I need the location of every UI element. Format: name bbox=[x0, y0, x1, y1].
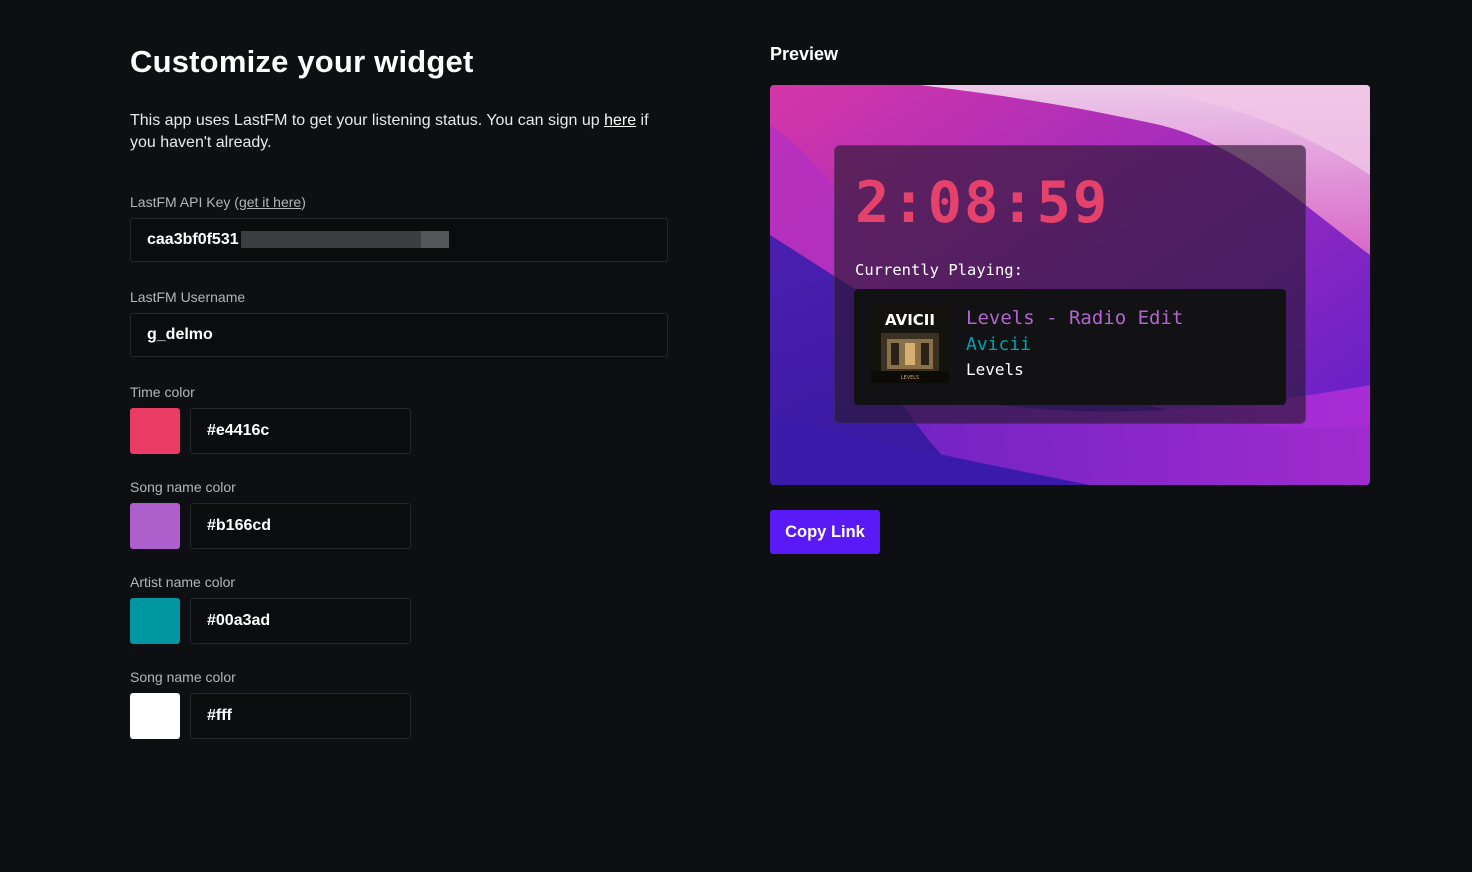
now-playing-card: AVICII LEVELS Levels - Radio Edit Avicii… bbox=[854, 289, 1286, 405]
song-color-swatch-2[interactable] bbox=[130, 693, 180, 739]
signup-link[interactable]: here bbox=[604, 112, 636, 129]
time-color-swatch[interactable] bbox=[130, 408, 180, 454]
api-key-label: LastFM API Key (get it here) bbox=[130, 194, 306, 210]
widget-card: 2:08:59 Currently Playing: AVICII LEVELS bbox=[834, 145, 1306, 424]
intro-text: This app uses LastFM to get your listeni… bbox=[130, 112, 649, 151]
song-color-input-2[interactable]: #fff bbox=[190, 693, 411, 739]
artist-color-swatch[interactable] bbox=[130, 598, 180, 644]
copy-link-button[interactable]: Copy Link bbox=[770, 510, 880, 554]
username-label: LastFM Username bbox=[130, 289, 246, 305]
song-color-label-2: Song name color bbox=[130, 669, 236, 685]
username-field[interactable]: g_delmo bbox=[130, 313, 668, 357]
preview-title: Preview bbox=[770, 44, 839, 64]
artist-color-label: Artist name color bbox=[130, 574, 236, 590]
song-color-swatch[interactable] bbox=[130, 503, 180, 549]
album-name: Levels bbox=[966, 360, 1024, 379]
api-key-field[interactable]: caa3bf0f531 bbox=[130, 218, 668, 262]
widget-preview: 2:08:59 Currently Playing: AVICII LEVELS bbox=[770, 85, 1370, 485]
album-cover: AVICII LEVELS bbox=[871, 305, 949, 383]
get-api-key-link[interactable]: get it here bbox=[239, 194, 301, 210]
cover-caption: LEVELS bbox=[901, 375, 919, 381]
song-color-label: Song name color bbox=[130, 479, 236, 495]
api-key-value: caa3bf0f531 bbox=[147, 231, 239, 248]
redaction-bar bbox=[241, 231, 449, 248]
clock-time: 2:08:59 bbox=[855, 170, 1110, 236]
album-art-image: AVICII LEVELS bbox=[871, 305, 949, 383]
username-value: g_delmo bbox=[147, 326, 213, 343]
artist-name: Avicii bbox=[966, 334, 1032, 355]
cover-brand: AVICII bbox=[885, 311, 935, 329]
song-color-input[interactable]: #b166cd bbox=[190, 503, 411, 549]
redaction-bar bbox=[421, 231, 449, 248]
time-color-label: Time color bbox=[130, 384, 195, 400]
page-title: Customize your widget bbox=[130, 44, 474, 79]
song-name: Levels - Radio Edit bbox=[966, 307, 1184, 329]
currently-playing-label: Currently Playing: bbox=[855, 261, 1023, 279]
artist-color-input[interactable]: #00a3ad bbox=[190, 598, 411, 644]
time-color-input[interactable]: #e4416c bbox=[190, 408, 411, 454]
